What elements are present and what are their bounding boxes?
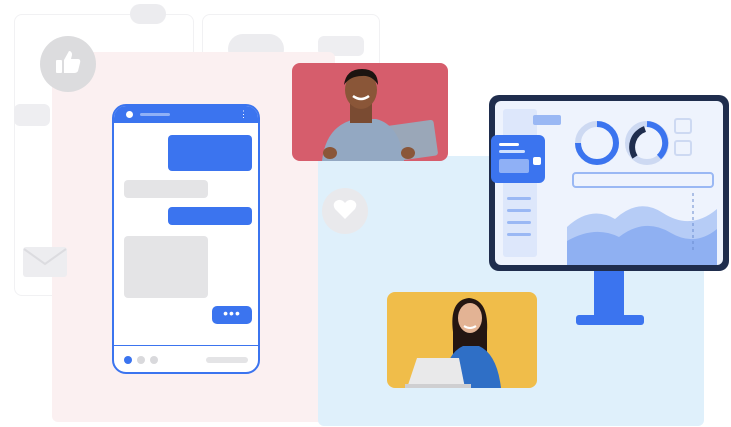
heart-badge bbox=[322, 188, 368, 234]
monitor-stand bbox=[594, 271, 624, 317]
monitor-base bbox=[576, 315, 644, 325]
page-dot-active[interactable] bbox=[124, 356, 132, 364]
phone-header: ⋮ bbox=[114, 106, 258, 123]
contact-name-placeholder bbox=[140, 113, 170, 116]
menu-icon[interactable]: ⋮ bbox=[239, 109, 248, 119]
message-input-placeholder[interactable] bbox=[206, 357, 248, 363]
received-message-bubble bbox=[124, 180, 208, 198]
page-dot[interactable] bbox=[137, 356, 145, 364]
background-pill bbox=[14, 104, 50, 126]
phone-input-bar bbox=[114, 345, 258, 372]
received-image-bubble bbox=[124, 236, 208, 298]
man-with-laptop-photo bbox=[292, 63, 448, 161]
page-dot[interactable] bbox=[150, 356, 158, 364]
like-badge bbox=[40, 36, 96, 92]
document-card bbox=[491, 135, 545, 183]
envelope-icon bbox=[22, 246, 68, 278]
avatar-dot bbox=[126, 111, 133, 118]
sent-message-bubble bbox=[168, 135, 252, 171]
heart-icon bbox=[333, 198, 357, 225]
woman-with-laptop-photo bbox=[387, 292, 537, 388]
chat-phone: ⋮ ••• bbox=[112, 104, 260, 374]
cloud-icon bbox=[130, 4, 166, 24]
thumbs-up-icon bbox=[53, 47, 83, 82]
sent-message-bubble bbox=[168, 207, 252, 225]
typing-indicator: ••• bbox=[212, 306, 252, 324]
